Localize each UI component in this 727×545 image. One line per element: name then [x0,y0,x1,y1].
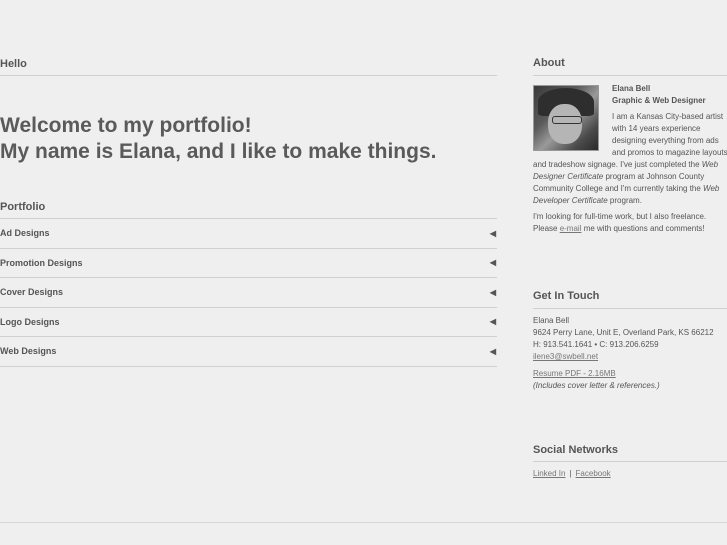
divider [0,75,497,76]
portfolio-item-promotion-designs[interactable]: Promotion Designs ◀ [0,249,497,278]
portfolio-item-web-designs[interactable]: Web Designs ◀ [0,337,497,367]
portfolio-item-label: Cover Designs [0,287,64,298]
contact-name: Elana Bell [533,316,570,325]
contact-phones: H: 913.541.1641 • C: 913.206.6259 [533,340,659,349]
triangle-left-icon[interactable]: ◀ [490,288,496,297]
welcome-message: Welcome to my portfolio! My name is Elan… [0,113,436,165]
contact-address: 9624 Perry Lane, Unit E, Overland Park, … [533,328,714,337]
divider [533,461,727,462]
triangle-left-icon[interactable]: ◀ [490,258,496,267]
divider [533,308,727,309]
portfolio-item-label: Promotion Designs [0,257,83,268]
portfolio-item-logo-designs[interactable]: Logo Designs ◀ [0,308,497,337]
portfolio-item-cover-designs[interactable]: Cover Designs ◀ [0,278,497,308]
welcome-line-2: My name is Elana, and I like to make thi… [0,140,437,163]
email-link[interactable]: e-mail [560,224,582,233]
facebook-link[interactable]: Facebook [576,469,611,478]
social-heading: Social Networks [533,444,618,456]
hello-heading: Hello [0,58,27,70]
about-bio: Elana Bell Graphic & Web Designer I am a… [533,83,727,237]
link-separator: | [569,469,572,478]
about-heading: About [533,57,565,69]
contact-info: Elana Bell 9624 Perry Lane, Unit E, Over… [533,315,727,392]
welcome-line-1: Welcome to my portfolio! [0,114,252,137]
triangle-left-icon[interactable]: ◀ [490,229,496,238]
linkedin-link[interactable]: Linked In [533,469,565,478]
resume-note: (Includes cover letter & references.) [533,381,660,390]
portfolio-item-label: Logo Designs [0,316,60,327]
contact-heading: Get In Touch [533,290,600,302]
portfolio-list: Ad Designs ◀ Promotion Designs ◀ Cover D… [0,218,497,367]
social-links: Linked In | Facebook [533,469,611,478]
portfolio-item-label: Ad Designs [0,228,50,239]
triangle-left-icon[interactable]: ◀ [490,347,496,356]
divider [533,75,727,76]
freelance-paragraph: I'm looking for full-time work, but I al… [533,212,707,233]
footer-divider [0,522,727,523]
portfolio-item-ad-designs[interactable]: Ad Designs ◀ [0,219,497,249]
contact-email-link[interactable]: ilene3@swbell.net [533,352,598,361]
portfolio-item-label: Web Designs [0,346,57,357]
resume-link[interactable]: Resume PDF - 2.16MB [533,369,616,378]
portfolio-heading: Portfolio [0,201,46,213]
triangle-left-icon[interactable]: ◀ [490,317,496,326]
